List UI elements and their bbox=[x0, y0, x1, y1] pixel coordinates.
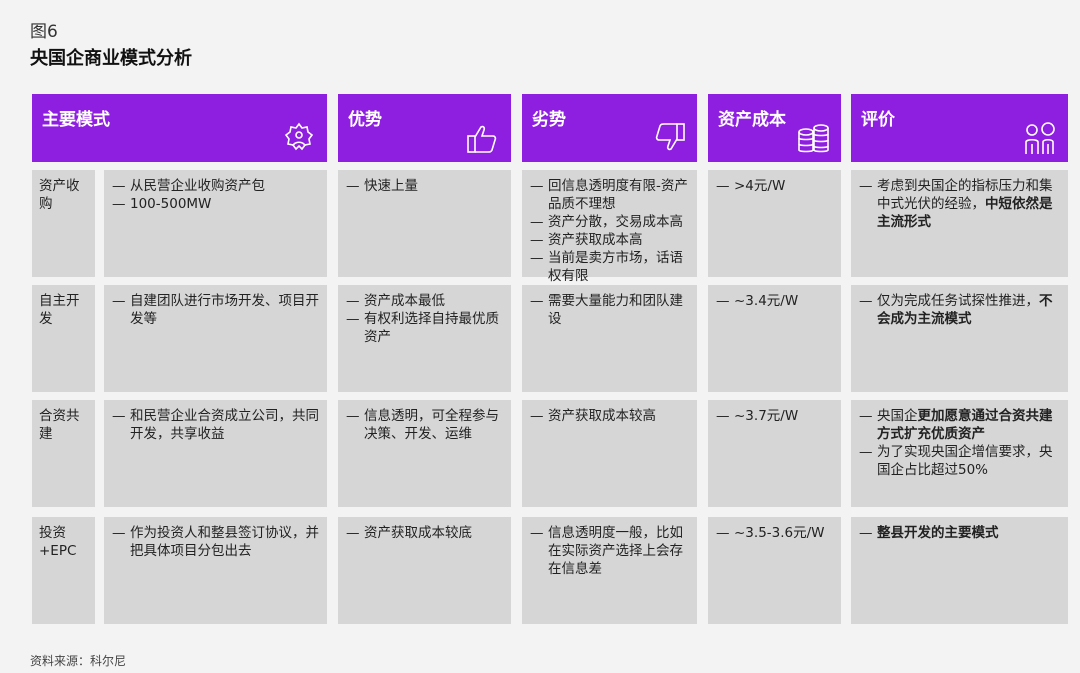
bullet-item: 资产分散，交易成本高 bbox=[530, 213, 691, 231]
bullet-list: 回信息透明度有限-资产品质不理想资产分散，交易成本高资产获取成本高当前是卖方市场… bbox=[522, 170, 697, 285]
bullet-item: 资产获取成本较底 bbox=[346, 524, 505, 542]
header-evaluation: 评价 bbox=[851, 94, 1068, 162]
disadvantages-cell: 需要大量能力和团队建设 bbox=[522, 285, 697, 392]
bullet-list: >4元/W bbox=[708, 170, 841, 195]
description-cell: 作为投资人和整县签订协议，并把具体项目分包出去 bbox=[104, 517, 327, 624]
cost-cell: ~3.4元/W bbox=[708, 285, 841, 392]
evaluation-cell: 考虑到央国企的指标压力和集中式光伏的经验，中短依然是主流形式 bbox=[851, 170, 1068, 277]
row-label: 自主开发 bbox=[32, 285, 95, 392]
bullet-item: 有权利选择自持最优质资产 bbox=[346, 310, 505, 346]
disadvantages-cell: 回信息透明度有限-资产品质不理想资产分散，交易成本高资产获取成本高当前是卖方市场… bbox=[522, 170, 697, 284]
evaluation-cell: 央国企更加愿意通过合资共建方式扩充优质资产为了实现央国企增信要求，央国企占比超过… bbox=[851, 400, 1068, 507]
header-mode: 主要模式 bbox=[32, 94, 327, 162]
bullet-list: ~3.5-3.6元/W bbox=[708, 517, 841, 542]
bullet-item: 自建团队进行市场开发、项目开发等 bbox=[112, 292, 321, 328]
bullet-item: 考虑到央国企的指标压力和集中式光伏的经验，中短依然是主流形式 bbox=[859, 177, 1062, 231]
bullet-item: 整县开发的主要模式 bbox=[859, 524, 1062, 542]
cost-cell: ~3.7元/W bbox=[708, 400, 841, 507]
figure-number: 图6 bbox=[30, 22, 58, 42]
bullet-list: 整县开发的主要模式 bbox=[851, 517, 1068, 542]
bullet-item: 资产成本最低 bbox=[346, 292, 505, 310]
cost-cell: >4元/W bbox=[708, 170, 841, 277]
bullet-list: 资产获取成本较底 bbox=[338, 517, 511, 542]
gear-person-icon bbox=[284, 122, 314, 151]
bullet-list: 需要大量能力和团队建设 bbox=[522, 285, 697, 328]
header-advantages-label: 优势 bbox=[348, 110, 382, 130]
thumbs-down-icon bbox=[655, 123, 685, 151]
bullet-item: 和民营企业合资成立公司，共同开发，共享收益 bbox=[112, 407, 321, 443]
bullet-item: 作为投资人和整县签订协议，并把具体项目分包出去 bbox=[112, 524, 321, 560]
advantages-cell: 资产成本最低有权利选择自持最优质资产 bbox=[338, 285, 511, 392]
bullet-item: 从民营企业收购资产包 bbox=[112, 177, 321, 195]
bullet-item: ~3.4元/W bbox=[716, 292, 835, 310]
row-label: 资产收购 bbox=[32, 170, 95, 277]
header-mode-label: 主要模式 bbox=[42, 110, 110, 130]
header-cost: 资产成本 bbox=[708, 94, 841, 162]
bullet-list: 资产成本最低有权利选择自持最优质资产 bbox=[338, 285, 511, 346]
header-advantages: 优势 bbox=[338, 94, 511, 162]
bullet-list: 央国企更加愿意通过合资共建方式扩充优质资产为了实现央国企增信要求，央国企占比超过… bbox=[851, 400, 1068, 479]
bullet-item: 央国企更加愿意通过合资共建方式扩充优质资产 bbox=[859, 407, 1062, 443]
people-icon bbox=[1025, 122, 1055, 154]
coins-icon bbox=[798, 124, 829, 153]
advantages-cell: 快速上量 bbox=[338, 170, 511, 277]
header-evaluation-label: 评价 bbox=[861, 110, 895, 130]
header-disadvantages-label: 劣势 bbox=[532, 110, 566, 130]
advantages-cell: 资产获取成本较底 bbox=[338, 517, 511, 624]
bullet-list: 信息透明，可全程参与决策、开发、运维 bbox=[338, 400, 511, 443]
bullet-list: 从民营企业收购资产包100-500MW bbox=[104, 170, 327, 213]
description-cell: 自建团队进行市场开发、项目开发等 bbox=[104, 285, 327, 392]
header-cost-label: 资产成本 bbox=[718, 110, 786, 130]
row-label: 合资共建 bbox=[32, 400, 95, 507]
evaluation-cell: 整县开发的主要模式 bbox=[851, 517, 1068, 624]
bullet-list: ~3.4元/W bbox=[708, 285, 841, 310]
bullet-list: 仅为完成任务试探性推进，不会成为主流模式 bbox=[851, 285, 1068, 328]
bullet-list: 资产获取成本较高 bbox=[522, 400, 697, 425]
bullet-item: 快速上量 bbox=[346, 177, 505, 195]
cost-cell: ~3.5-3.6元/W bbox=[708, 517, 841, 624]
advantages-cell: 信息透明，可全程参与决策、开发、运维 bbox=[338, 400, 511, 507]
bullet-list: 考虑到央国企的指标压力和集中式光伏的经验，中短依然是主流形式 bbox=[851, 170, 1068, 231]
source-note: 资料来源：科尔尼 bbox=[30, 654, 127, 668]
bullet-item: 需要大量能力和团队建设 bbox=[530, 292, 691, 328]
bullet-item: >4元/W bbox=[716, 177, 835, 195]
bullet-item: 资产获取成本较高 bbox=[530, 407, 691, 425]
figure-title: 央国企商业模式分析 bbox=[30, 48, 192, 69]
bullet-item: 当前是卖方市场，话语权有限 bbox=[530, 249, 691, 285]
bullet-item: 信息透明度一般，比如在实际资产选择上会存在信息差 bbox=[530, 524, 691, 578]
bullet-item: ~3.5-3.6元/W bbox=[716, 524, 835, 542]
bullet-item: 100-500MW bbox=[112, 195, 321, 213]
bullet-item: 信息透明，可全程参与决策、开发、运维 bbox=[346, 407, 505, 443]
bullet-list: 信息透明度一般，比如在实际资产选择上会存在信息差 bbox=[522, 517, 697, 578]
disadvantages-cell: 资产获取成本较高 bbox=[522, 400, 697, 507]
bullet-item: 为了实现央国企增信要求，央国企占比超过50% bbox=[859, 443, 1062, 479]
description-cell: 和民营企业合资成立公司，共同开发，共享收益 bbox=[104, 400, 327, 507]
thumbs-up-icon bbox=[467, 125, 497, 153]
bullet-list: 和民营企业合资成立公司，共同开发，共享收益 bbox=[104, 400, 327, 443]
evaluation-cell: 仅为完成任务试探性推进，不会成为主流模式 bbox=[851, 285, 1068, 392]
disadvantages-cell: 信息透明度一般，比如在实际资产选择上会存在信息差 bbox=[522, 517, 697, 624]
bullet-list: 作为投资人和整县签订协议，并把具体项目分包出去 bbox=[104, 517, 327, 560]
bullet-list: ~3.7元/W bbox=[708, 400, 841, 425]
header-disadvantages: 劣势 bbox=[522, 94, 697, 162]
bullet-item: 资产获取成本高 bbox=[530, 231, 691, 249]
bullet-item: 回信息透明度有限-资产品质不理想 bbox=[530, 177, 691, 213]
row-label: 投资+EPC bbox=[32, 517, 95, 624]
bullet-list: 自建团队进行市场开发、项目开发等 bbox=[104, 285, 327, 328]
bullet-list: 快速上量 bbox=[338, 170, 511, 195]
description-cell: 从民营企业收购资产包100-500MW bbox=[104, 170, 327, 277]
bullet-item: ~3.7元/W bbox=[716, 407, 835, 425]
bullet-item: 仅为完成任务试探性推进，不会成为主流模式 bbox=[859, 292, 1062, 328]
